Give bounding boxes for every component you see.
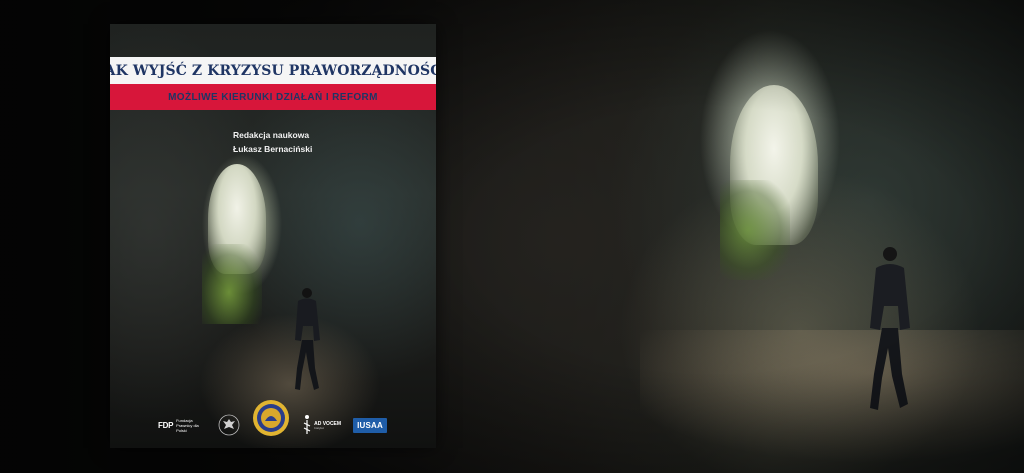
cover-cave-plants bbox=[202, 244, 262, 324]
editor-role: Redakcja naukowa bbox=[233, 130, 310, 140]
editor-name: Łukasz Bernaciński bbox=[233, 144, 313, 154]
editor-block: Redakcja naukowa Łukasz Bernaciński bbox=[233, 128, 312, 156]
fdp-logo-icon: FDP Fundacja Prawnicy dla Polski bbox=[158, 418, 206, 433]
advocem-logo-icon: AD VOCEM Instytut bbox=[302, 414, 341, 436]
advocem-figure-icon bbox=[303, 415, 311, 434]
fdp-text: Fundacja Prawnicy dla Polski bbox=[176, 417, 199, 433]
book-cover: JAK WYJŚĆ Z KRYZYSU PRAWORZĄDNOŚCI MOŻLI… bbox=[110, 24, 436, 448]
walking-man-icon bbox=[295, 288, 320, 390]
title-band: JAK WYJŚĆ Z KRYZYSU PRAWORZĄDNOŚCI MOŻLI… bbox=[110, 57, 436, 110]
university-seal-icon bbox=[253, 400, 290, 436]
publisher-logos: FDP Fundacja Prawnicy dla Polski AD VOCE… bbox=[158, 400, 398, 438]
eagle-emblem-icon bbox=[218, 414, 240, 436]
book-subtitle: MOŻLIWE KIERUNKI DZIAŁAŃ I REFORM bbox=[110, 84, 436, 110]
iusaa-logo-icon: IUSAA bbox=[353, 417, 387, 433]
book-title: JAK WYJŚĆ Z KRYZYSU PRAWORZĄDNOŚCI bbox=[110, 57, 436, 84]
fdp-mark: FDP bbox=[158, 420, 174, 430]
advocem-sub: Instytut bbox=[314, 425, 324, 430]
